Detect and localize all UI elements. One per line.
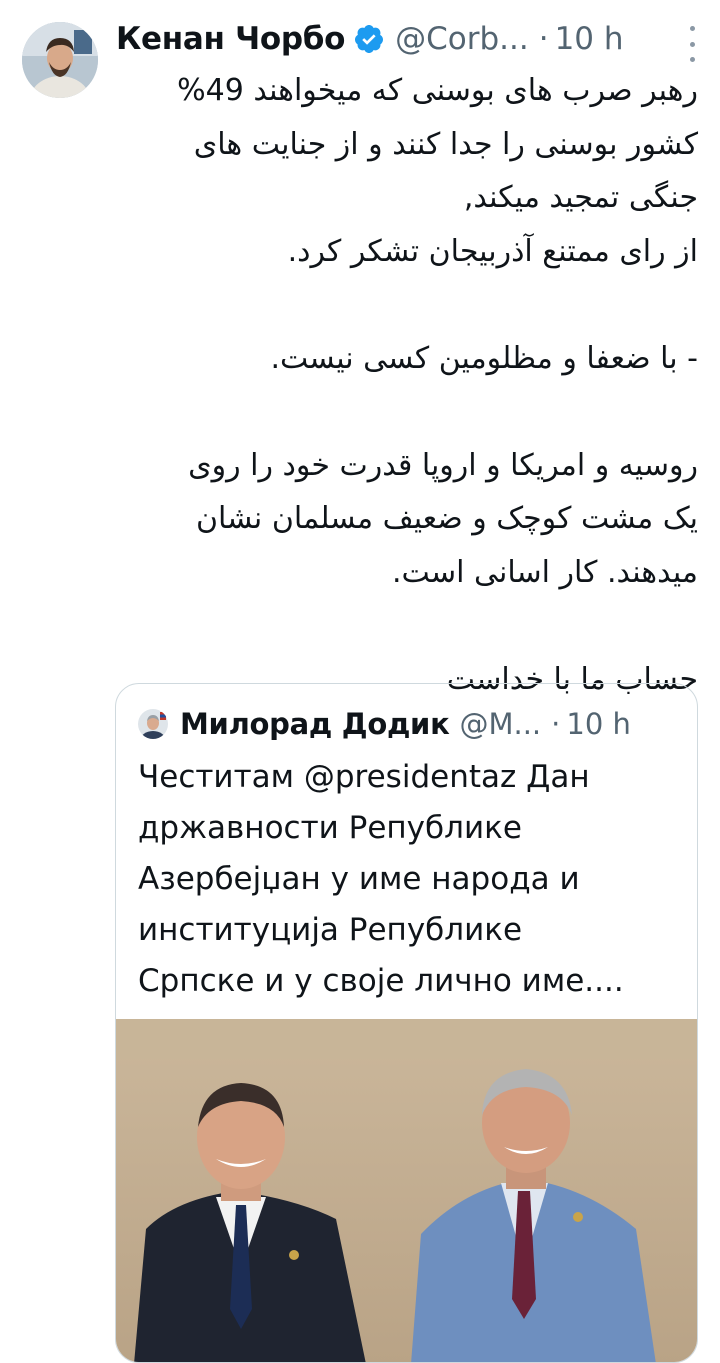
quoted-text-line: државности Републике <box>138 810 522 846</box>
quoted-tweet-card[interactable]: Милорад Додик @M... · 10 h Честитам @pre… <box>115 683 698 1363</box>
quoted-tweet-timestamp[interactable]: 10 h <box>566 707 631 741</box>
tweet-text-line: میدهند. کار اسانی است. <box>392 554 698 590</box>
quoted-text-line: Српске и у своје лично име.... <box>138 963 624 999</box>
tweet-header: Кенан Чорбо @Corb... · 10 h <box>116 14 690 64</box>
tweet-text-line: رهبر صرب های بوسنی که میخواهند 49% <box>177 73 698 108</box>
tweet-text: رهبر صرب های بوسنی که میخواهند 49% کشور … <box>116 64 698 706</box>
tweet-text-line: روسیه و امریکا و اروپا قدرت خود را روی <box>188 447 698 483</box>
quoted-tweet-photo[interactable] <box>116 1019 697 1362</box>
quoted-author-avatar[interactable] <box>138 709 168 739</box>
quoted-author-handle[interactable]: @M... <box>459 707 541 741</box>
verified-badge-icon <box>353 23 385 55</box>
tweet-text-line: - با ضعفا و مظلومین کسی نیست. <box>270 340 698 376</box>
separator-dot: · <box>551 707 561 741</box>
quoted-tweet-header: Милорад Додик @M... · 10 h <box>138 704 675 744</box>
quoted-text-line: Честитам @presidentaz Дан <box>138 759 590 795</box>
quoted-text-line: Азербејџан у име народа и <box>138 861 580 897</box>
tweet-text-line: یک مشت کوچک و ضعیف مسلمان نشان <box>196 501 698 536</box>
tweet-timestamp[interactable]: 10 h <box>555 21 624 57</box>
separator-dot: · <box>538 21 549 57</box>
quoted-tweet-text: Честитам @presidentaz Дан државности Реп… <box>138 752 677 1007</box>
tweet[interactable]: Кенан Чорбо @Corb... · 10 h رهبر صرب های… <box>0 0 720 1363</box>
quoted-author-name[interactable]: Милорад Додик <box>180 707 450 741</box>
author-name[interactable]: Кенан Чорбо <box>116 21 345 57</box>
author-handle[interactable]: @Corb... <box>395 21 529 57</box>
more-options-icon[interactable] <box>686 26 698 62</box>
tweet-text-line: جنگی تمجید میکند, <box>463 180 698 215</box>
tweet-text-line: از رای ممتنع آذربیجان تشکر کرد. <box>287 233 698 269</box>
tweet-text-line: کشور بوسنی را جدا کنند و از جنایت های <box>193 126 698 162</box>
author-avatar[interactable] <box>22 22 98 98</box>
quoted-text-line: институција Републике <box>138 912 523 948</box>
